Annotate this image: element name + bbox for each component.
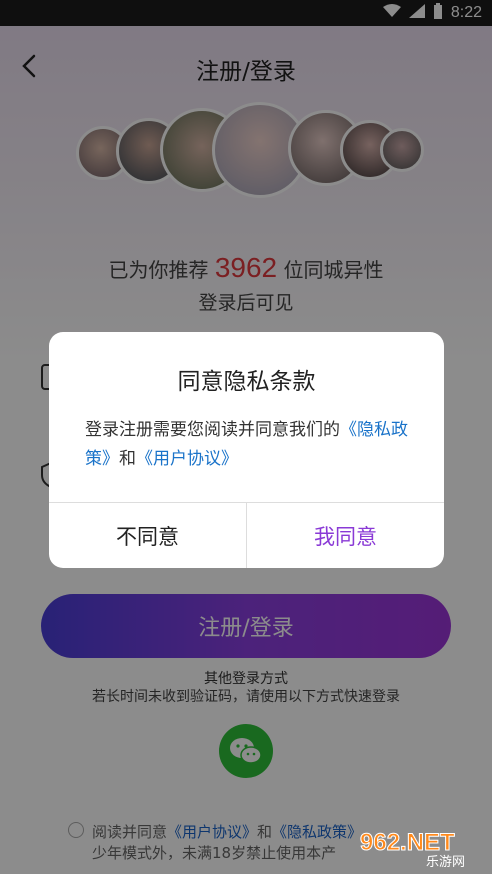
- privacy-dialog: 同意隐私条款 登录注册需要您阅读并同意我们的《隐私政策》和《用户协议》 不同意 …: [49, 332, 444, 568]
- accept-button[interactable]: 我同意: [247, 503, 444, 568]
- dialog-and: 和: [119, 449, 136, 469]
- dialog-title: 同意隐私条款: [177, 369, 316, 395]
- dialog-body: 登录注册需要您阅读并同意我们的《隐私政策》和《用户协议》: [85, 416, 408, 474]
- decline-button[interactable]: 不同意: [49, 503, 246, 568]
- watermark-text: 962.NET: [360, 829, 455, 856]
- dialog-user-link[interactable]: 《用户协议》: [136, 449, 238, 469]
- dialog-body-text: 登录注册需要您阅读并同意我们的: [85, 420, 340, 440]
- watermark-sub: 乐游网: [426, 855, 465, 868]
- watermark-logo: 962.NET 乐游网: [360, 826, 484, 871]
